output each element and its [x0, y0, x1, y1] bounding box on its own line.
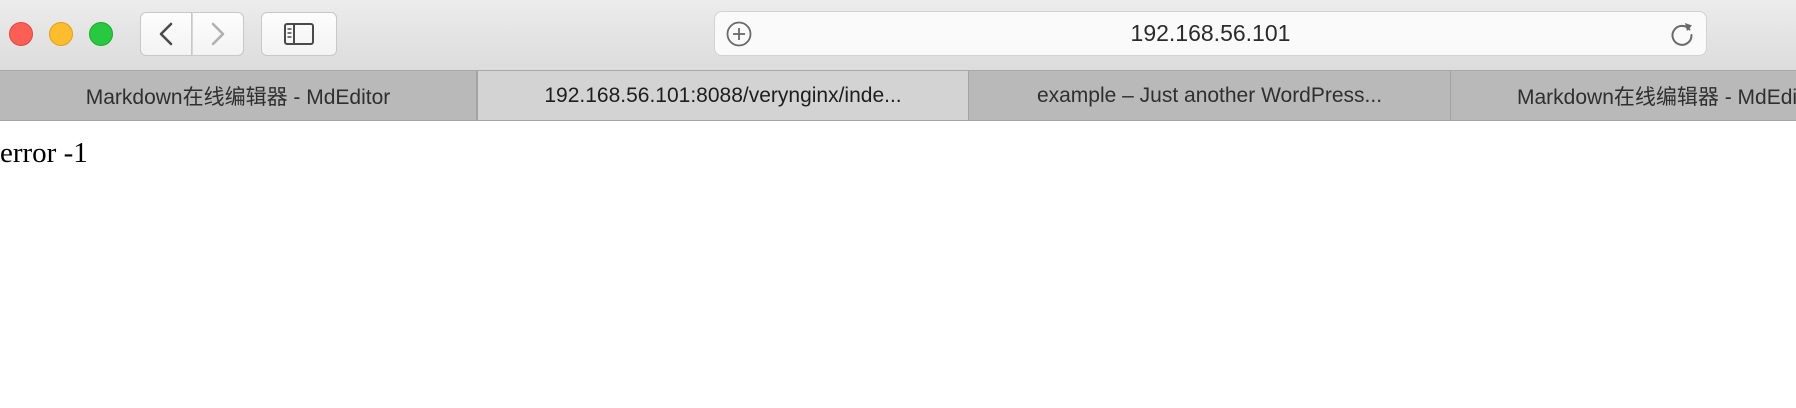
forward-button[interactable]: [192, 12, 244, 56]
tab-wordpress-example[interactable]: example – Just another WordPress...: [969, 71, 1451, 120]
close-icon[interactable]: [9, 22, 33, 46]
address-url[interactable]: 192.168.56.101: [715, 12, 1706, 55]
back-button[interactable]: [140, 12, 192, 56]
minimize-icon[interactable]: [49, 22, 73, 46]
error-message: error -1: [0, 137, 88, 169]
page-content: error -1: [0, 122, 1796, 408]
reload-icon[interactable]: [1668, 20, 1696, 48]
tab-mdeditor[interactable]: Markdown在线编辑器 - MdEditor: [0, 71, 477, 120]
tab-verynginx-active[interactable]: 192.168.56.101:8088/verynginx/inde...: [477, 71, 969, 120]
address-bar[interactable]: 192.168.56.101: [714, 11, 1707, 56]
tab-mdeditor-2[interactable]: Markdown在线编辑器 - MdEditor: [1451, 71, 1796, 120]
sidebar-icon: [284, 23, 314, 45]
chevron-right-icon: [211, 22, 225, 46]
toolbar: 192.168.56.101: [0, 0, 1796, 70]
sidebar-button[interactable]: [261, 12, 337, 56]
zoom-icon[interactable]: [89, 22, 113, 46]
browser-window: 192.168.56.101 Markdown在线编辑器 - MdEditor …: [0, 0, 1796, 408]
tab-bar: Markdown在线编辑器 - MdEditor 192.168.56.101:…: [0, 70, 1796, 121]
chevron-left-icon: [159, 22, 173, 46]
